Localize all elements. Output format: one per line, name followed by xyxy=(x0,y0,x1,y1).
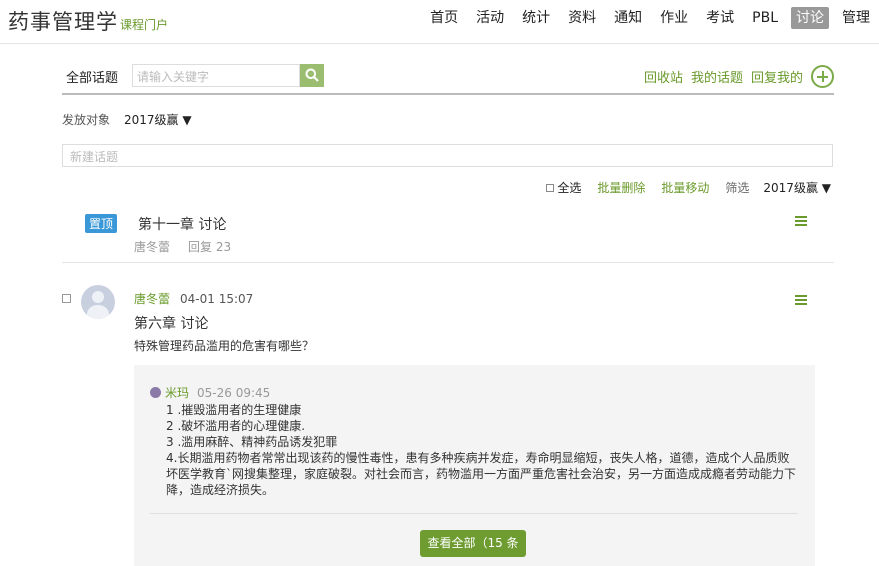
topic-author-line: 唐冬蕾 04-01 15:07 xyxy=(134,290,253,307)
topic-menu-icon[interactable] xyxy=(795,295,807,305)
portal-label: 课程门户 xyxy=(120,18,169,32)
reply-line: 4.长期滥用药物者常常出现该药的慢性毒性，患有多种疾病并发症，寿命明显缩短，丧失… xyxy=(166,451,797,497)
avatar xyxy=(81,285,115,319)
reply-avatar xyxy=(150,387,161,398)
divider xyxy=(150,513,798,514)
nav-homework[interactable]: 作业 xyxy=(655,7,693,29)
topic-body: 特殊管理药品滥用的危害有哪些？ xyxy=(134,339,315,353)
all-topics-tab[interactable]: 全部话题 xyxy=(66,67,118,86)
view-all-button[interactable]: 查看全部（15 条 xyxy=(420,530,526,557)
topic-time: 04-01 15:07 xyxy=(180,292,254,306)
nav-materials[interactable]: 资料 xyxy=(563,7,601,29)
plus-circle-icon[interactable] xyxy=(811,65,834,88)
nav-home[interactable]: 首页 xyxy=(425,7,463,29)
select-all[interactable]: 全选 xyxy=(546,179,581,196)
nav-discussion[interactable]: 讨论 xyxy=(791,7,829,29)
course-title: 药事管理学 xyxy=(8,10,118,34)
topic-actions: 回收站 我的话题 回复我的 xyxy=(636,65,834,88)
nav-manage[interactable]: 管理 xyxy=(837,7,875,29)
search-input[interactable]: 请输入关键字 xyxy=(132,64,300,87)
nav-notices[interactable]: 通知 xyxy=(609,7,647,29)
reply-time: 05-26 09:45 xyxy=(197,385,271,400)
pinned-topic-meta: 唐冬蕾 回复 23 xyxy=(134,238,231,255)
nav-stats[interactable]: 统计 xyxy=(517,7,555,29)
nav-exams[interactable]: 考试 xyxy=(701,7,739,29)
target-row: 发放对象 2017级赢 ▼ xyxy=(62,111,192,128)
nav-activities[interactable]: 活动 xyxy=(471,7,509,29)
pinned-badge: 置顶 xyxy=(85,214,118,233)
batch-move-button[interactable]: 批量移动 xyxy=(661,179,709,196)
reply-header: 米玛 05-26 09:45 xyxy=(150,384,270,401)
main-nav: 首页 活动 统计 资料 通知 作业 考试 PBL 讨论 管理 xyxy=(417,7,875,29)
topic-author[interactable]: 唐冬蕾 xyxy=(134,292,170,306)
select-all-label: 全选 xyxy=(557,181,582,195)
target-label: 发放对象 xyxy=(62,113,111,127)
topic-title[interactable]: 第六章 讨论 xyxy=(134,313,208,333)
target-select[interactable]: 2017级赢 ▼ xyxy=(124,113,192,127)
pinned-author: 唐冬蕾 xyxy=(134,240,171,254)
search-bar-row: 全部话题 请输入关键字 回收站 我的话题 回复我的 xyxy=(62,63,834,95)
topic-checkbox[interactable] xyxy=(62,294,71,303)
pinned-replies: 回复 23 xyxy=(188,240,232,254)
batch-delete-button[interactable]: 批量删除 xyxy=(597,179,645,196)
reply-author[interactable]: 米玛 xyxy=(165,384,189,401)
reply-content: 1 .摧毁滥用者的生理健康 2 .破坏滥用者的心理健康. 3 .滥用麻醉、精神药… xyxy=(166,402,800,498)
search-button[interactable] xyxy=(300,64,324,87)
reply-box: 米玛 05-26 09:45 1 .摧毁滥用者的生理健康 2 .破坏滥用者的心理… xyxy=(134,365,815,566)
course-logo[interactable]: 药事管理学 课程门户 xyxy=(8,6,168,36)
filter-label: 筛选 xyxy=(725,181,750,195)
search-icon xyxy=(305,68,319,82)
list-tools: 全选 批量删除 批量移动 筛选 2017级赢 ▼ xyxy=(546,179,831,196)
filter-select[interactable]: 2017级赢 ▼ xyxy=(763,179,831,196)
pinned-topic-title[interactable]: 第十一章 讨论 xyxy=(138,214,226,234)
reply-line: 2 .破坏滥用者的心理健康. xyxy=(166,419,306,433)
my-topics-link[interactable]: 我的话题 xyxy=(691,67,743,86)
reply-line: 3 .滥用麻醉、精神药品诱发犯罪 xyxy=(166,435,338,449)
menu-icon[interactable] xyxy=(795,216,807,226)
replied-me-link[interactable]: 回复我的 xyxy=(751,67,803,86)
recycle-bin-link[interactable]: 回收站 xyxy=(644,67,683,86)
nav-pbl[interactable]: PBL xyxy=(747,7,783,29)
select-all-checkbox[interactable] xyxy=(546,183,555,192)
top-header: 药事管理学 课程门户 首页 活动 统计 资料 通知 作业 考试 PBL 讨论 管理 xyxy=(0,0,879,44)
reply-line: 1 .摧毁滥用者的生理健康 xyxy=(166,403,302,417)
pinned-topic[interactable]: 置顶 第十一章 讨论 唐冬蕾 回复 23 xyxy=(62,205,834,263)
new-topic-input[interactable]: 新建话题 xyxy=(62,144,833,167)
